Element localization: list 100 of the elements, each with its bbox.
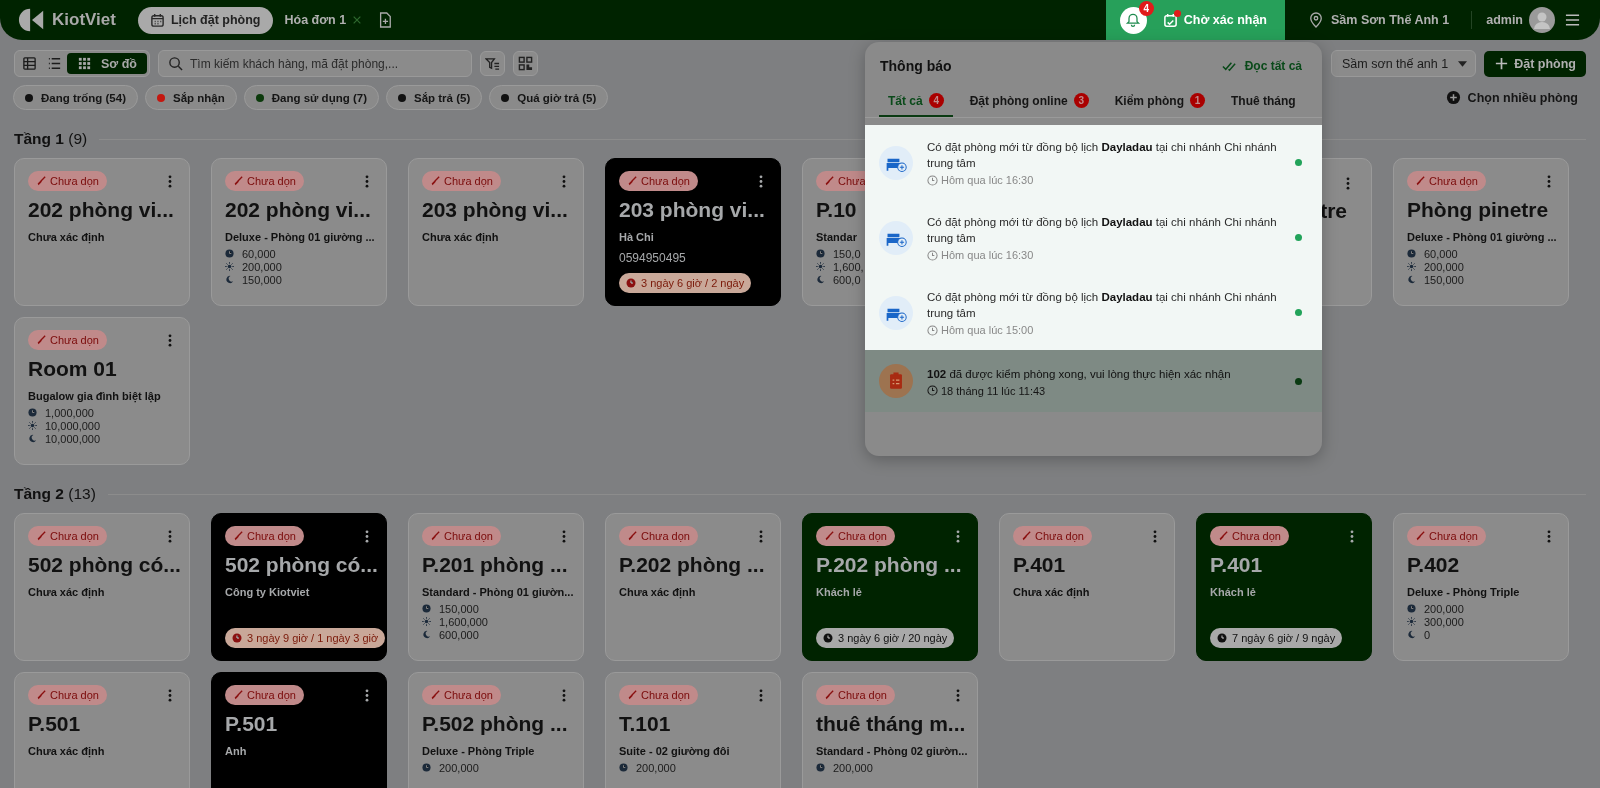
status-filter[interactable]: Sắp trả (5) bbox=[385, 85, 483, 110]
status-filter[interactable]: Quá giờ trả (5) bbox=[489, 85, 609, 110]
cleaning-badge: Chưa dọn bbox=[225, 685, 304, 705]
bell-icon bbox=[1125, 12, 1142, 28]
room-subtitle: Chưa xác định bbox=[1013, 586, 1090, 598]
status-filter[interactable]: Sắp nhận bbox=[145, 85, 237, 110]
price-text: 0 bbox=[1424, 628, 1431, 641]
search-field[interactable]: Tìm kiếm khách hàng, mã đặt phòng,... bbox=[157, 50, 472, 77]
more-icon[interactable] bbox=[1547, 529, 1551, 543]
avatar-icon[interactable] bbox=[1529, 7, 1555, 33]
more-icon[interactable] bbox=[956, 688, 960, 702]
room-card[interactable]: Chưa dọn P.202 phòng ... Chưa xác định bbox=[605, 513, 781, 661]
menu-icon[interactable] bbox=[1565, 13, 1580, 27]
room-card[interactable]: Chưa dọn P.401 Khách lẻ 7 ngày 6 giờ / 9 ngày bbox=[1196, 513, 1372, 661]
room-card[interactable]: Chưa dọn P.201 phòng ... Standard - Phòng 01 giườn... 150,000 1,600,000 600,000 bbox=[408, 513, 584, 661]
notification-tab[interactable]: Đặt phòng online 3 bbox=[960, 89, 1098, 117]
branch-dropdown[interactable]: Sầm sơn thế anh 1 bbox=[1331, 50, 1477, 77]
more-icon[interactable] bbox=[1346, 177, 1350, 190]
notification-tab[interactable]: Tất cả 4 bbox=[879, 89, 953, 117]
view-button[interactable]: Sơ đồ bbox=[67, 53, 147, 74]
more-icon[interactable] bbox=[168, 174, 172, 188]
clock-icon bbox=[927, 249, 938, 261]
notification-button[interactable] bbox=[1119, 6, 1147, 34]
clock-icon bbox=[927, 385, 938, 396]
notification-item[interactable]: Có đặt phòng mới từ đồng bộ lịch Dayladau tại chi nhánh Chi nhánh trung tâm Hôm qua lúc 16:30 bbox=[865, 125, 1322, 200]
room-card[interactable]: Chưa dọn 202 phòng vi... Chưa xác định bbox=[14, 158, 190, 306]
more-icon[interactable] bbox=[365, 174, 369, 188]
status-filter[interactable]: Đang trống (54) bbox=[13, 85, 138, 110]
broom-icon bbox=[430, 176, 440, 186]
duration-badge: 7 ngày 6 giờ / 9 ngày bbox=[1210, 628, 1343, 648]
notification-tab[interactable]: Kiểm phòng 1 bbox=[1105, 89, 1214, 117]
pending-button[interactable]: Chờ xác nhận bbox=[1162, 12, 1267, 28]
more-icon[interactable] bbox=[759, 529, 763, 543]
notification-tab[interactable]: Thuê tháng bbox=[1222, 89, 1305, 117]
add-document-icon[interactable] bbox=[378, 12, 393, 28]
clock-icon bbox=[626, 278, 636, 288]
moon-icon bbox=[1407, 275, 1416, 284]
close-icon[interactable] bbox=[352, 15, 363, 25]
user-name[interactable]: admin bbox=[1486, 13, 1523, 27]
price-text: 300,000 bbox=[1424, 615, 1464, 628]
room-card[interactable]: Chưa dọn P.501 Anh bbox=[211, 672, 387, 788]
grid-icon bbox=[77, 56, 92, 71]
room-title: P.401 bbox=[1210, 553, 1263, 577]
broom-icon bbox=[36, 690, 46, 700]
room-card[interactable]: Chưa dọn 502 phòng có... Chưa xác định bbox=[14, 513, 190, 661]
more-icon[interactable] bbox=[562, 529, 566, 543]
price-text: 10,000,000 bbox=[45, 432, 101, 445]
branch-name[interactable]: Sầm Sơn Thế Anh 1 bbox=[1331, 13, 1450, 27]
more-icon[interactable] bbox=[365, 688, 369, 702]
room-subtitle: Anh bbox=[225, 745, 247, 757]
room-card[interactable]: Chưa dọn thuê tháng m... Standard - Phòng 02 giườn... 200,000 bbox=[802, 672, 978, 788]
notification-item[interactable]: Có đặt phòng mới từ đồng bộ lịch Dayladau tại chi nhánh Chi nhánh trung tâm Hôm qua lúc 16:30 bbox=[865, 200, 1322, 275]
broom-icon bbox=[36, 531, 46, 541]
more-icon[interactable] bbox=[168, 529, 172, 543]
room-card[interactable]: Chưa dọn 502 phòng có... Công ty Kiotviet 3 ngày 9 giờ / 1 ngày 3 giờ bbox=[211, 513, 387, 661]
room-card[interactable]: Chưa dọn T.101 Suite - 02 giường đôi 200,000 bbox=[605, 672, 781, 788]
filter-button[interactable] bbox=[479, 51, 505, 76]
room-card[interactable]: Chưa dọn 203 phòng vi... Hà Chi 0594950495 3 ngày 6 giờ / 2 ngày bbox=[605, 158, 781, 306]
room-card[interactable]: Chưa dọn Room 01 Bugalow gia đình biệt lập 1,000,000 10,000,000 10,000,000 bbox=[14, 317, 190, 465]
moon-icon bbox=[422, 630, 431, 639]
multi-select-button[interactable]: Chọn nhiều phòng bbox=[1445, 90, 1586, 105]
cleaning-badge: Chưa dọn bbox=[225, 526, 304, 546]
broom-icon bbox=[36, 335, 46, 345]
room-card[interactable]: Chưa dọn Phòng pinetre Deluxe - Phòng 01 giường ... 60,000 200,000 150,000 bbox=[1393, 158, 1569, 306]
room-card[interactable]: Chưa dọn 203 phòng vi... Chưa xác định bbox=[408, 158, 584, 306]
more-icon[interactable] bbox=[168, 688, 172, 702]
room-card[interactable]: Chưa dọn P.202 phòng ... Khách lẻ 3 ngày 6 giờ / 20 ngày bbox=[802, 513, 978, 661]
room-card[interactable]: Chưa dọn P.502 phòng ... Deluxe - Phòng Triple 200,000 bbox=[408, 672, 584, 788]
more-icon[interactable] bbox=[759, 688, 763, 702]
cleaning-badge: Chưa dọn bbox=[1210, 526, 1289, 546]
price-text: 60,000 bbox=[1424, 247, 1458, 260]
notification-item[interactable]: Có đặt phòng mới từ đồng bộ lịch Dayladau tại chi nhánh Chi nhánh trung tâm Hôm qua lúc 15:00 bbox=[865, 275, 1322, 350]
room-card[interactable]: Chưa dọn P.501 Chưa xác định bbox=[14, 672, 190, 788]
book-room-button[interactable]: Đặt phòng bbox=[1484, 50, 1586, 77]
cleaning-badge: Chưa dọn bbox=[1407, 526, 1486, 546]
app-tab[interactable]: Hóa đơn 1 bbox=[272, 6, 359, 34]
more-icon[interactable] bbox=[365, 529, 369, 543]
room-card[interactable]: Chưa dọn 202 phòng vi... Deluxe - Phòng 01 giường ... 60,000 200,000 150,000 bbox=[211, 158, 387, 306]
more-icon[interactable] bbox=[1350, 529, 1354, 543]
more-icon[interactable] bbox=[759, 174, 763, 188]
qr-code-button[interactable] bbox=[512, 51, 538, 76]
more-icon[interactable] bbox=[562, 688, 566, 702]
notification-item[interactable]: 102 đã được kiểm phòng xong, vui lòng thực hiện xác nhận 18 tháng 11 lúc 11:43 bbox=[865, 350, 1322, 412]
more-icon[interactable] bbox=[168, 333, 172, 347]
more-icon[interactable] bbox=[956, 529, 960, 543]
cleaning-badge: Chưa dọn bbox=[28, 171, 107, 191]
room-card[interactable]: Chưa dọn P.401 Chưa xác định bbox=[999, 513, 1175, 661]
room-card[interactable]: Chưa dọn P.402 Deluxe - Phòng Triple 200,000 300,000 0 bbox=[1393, 513, 1569, 661]
bed-plus-icon bbox=[879, 295, 913, 330]
mark-all-read-button[interactable]: Đọc tất cả bbox=[1221, 58, 1302, 74]
status-filter[interactable]: Đang sử dụng (7) bbox=[243, 85, 379, 110]
broom-icon bbox=[430, 531, 440, 541]
broom-icon bbox=[1415, 531, 1425, 541]
more-icon[interactable] bbox=[1153, 529, 1157, 543]
room-subtitle: Deluxe - Phòng 01 giường ... bbox=[1407, 231, 1557, 243]
price-text: 10,000,000 bbox=[45, 419, 101, 432]
app-tab[interactable]: Lịch đặt phòng bbox=[137, 6, 273, 34]
more-icon[interactable] bbox=[1547, 174, 1551, 188]
cleaning-badge: Chưa dọn bbox=[1407, 171, 1486, 191]
more-icon[interactable] bbox=[562, 174, 566, 188]
